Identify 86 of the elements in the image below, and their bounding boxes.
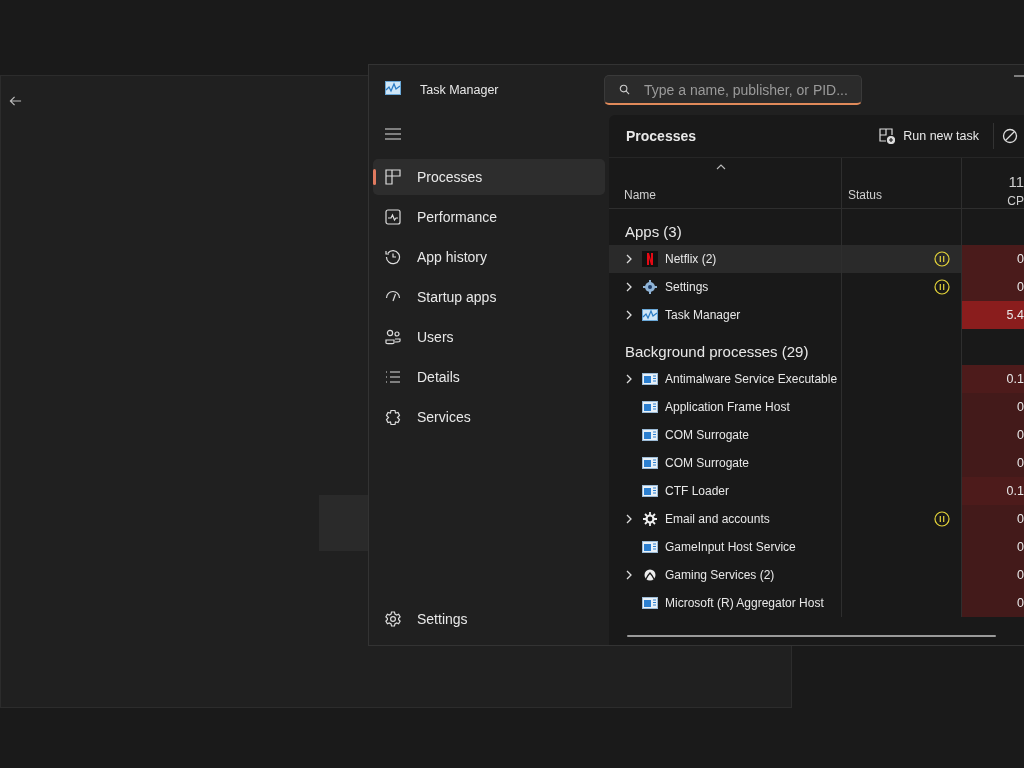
process-row[interactable]: Gaming Services (2) 0: [609, 561, 1024, 589]
window-icon: [642, 399, 658, 415]
process-row[interactable]: Settings 0: [609, 273, 1024, 301]
expand-chevron-icon[interactable]: [626, 514, 632, 524]
users-icon: [385, 329, 401, 345]
app-icon: [642, 307, 658, 323]
back-arrow-icon[interactable]: [9, 95, 22, 107]
performance-icon: [385, 209, 401, 225]
group-header: Background processes (29): [625, 343, 809, 360]
expand-chevron-icon[interactable]: [626, 570, 632, 580]
process-row[interactable]: CTF Loader 0.1: [609, 477, 1024, 505]
column-header[interactable]: Name: [609, 158, 842, 208]
process-name: GameInput Host Service: [665, 540, 796, 554]
process-row[interactable]: GameInput Host Service 0: [609, 533, 1024, 561]
window-icon: [642, 427, 658, 443]
expand-chevron-icon[interactable]: [626, 254, 632, 264]
cpu-cell: 5.4: [962, 301, 1024, 329]
process-row[interactable]: Task Manager 5.4: [609, 301, 1024, 329]
process-name: Settings: [665, 280, 709, 294]
process-row[interactable]: Microsoft (R) Aggregator Host 0: [609, 589, 1024, 617]
window-icon: [642, 539, 658, 555]
sidebar-item[interactable]: App history: [373, 239, 605, 275]
menu-icon[interactable]: [385, 128, 401, 140]
group-header: Apps (3): [625, 223, 682, 240]
history-icon: [385, 249, 401, 265]
app-icon: [385, 81, 401, 95]
cpu-cell: 0: [962, 273, 1024, 301]
column-header[interactable]: 11 CP: [962, 158, 1024, 208]
gear-icon: [642, 279, 658, 295]
settings-icon: [385, 611, 401, 627]
cpu-cell: 0: [962, 533, 1024, 561]
sidebar-item[interactable]: Performance: [373, 199, 605, 235]
process-name: Microsoft (R) Aggregator Host: [665, 596, 824, 610]
process-row[interactable]: COM Surrogate 0: [609, 449, 1024, 477]
window-icon: [642, 483, 658, 499]
window-icon: [642, 455, 658, 471]
search-icon: [619, 84, 630, 95]
sidebar-item[interactable]: Services: [373, 399, 605, 435]
processes-icon: [385, 169, 401, 185]
process-name: COM Surrogate: [665, 456, 750, 470]
xbox-icon: [642, 567, 658, 583]
services-icon: [385, 409, 401, 425]
process-row[interactable]: Application Frame Host 0: [609, 393, 1024, 421]
n-logo-icon: [642, 251, 658, 267]
cpu-cell: 0: [962, 449, 1024, 477]
expand-chevron-icon[interactable]: [626, 310, 632, 320]
cpu-cell: 0: [962, 505, 1024, 533]
window-title: Task Manager: [420, 83, 500, 97]
cpu-cell: 0.1: [962, 365, 1024, 393]
expand-chevron-icon[interactable]: [626, 374, 632, 384]
column-header[interactable]: Status: [842, 158, 962, 208]
sidebar-item[interactable]: Users: [373, 319, 605, 355]
cpu-cell: 0: [962, 421, 1024, 449]
process-row[interactable]: COM Surrogate 0: [609, 421, 1024, 449]
sort-caret-icon: [716, 164, 726, 170]
process-name: Antimalware Service Executable: [665, 372, 838, 386]
cpu-cell: 0.1: [962, 477, 1024, 505]
gear-icon: [642, 511, 658, 527]
cpu-cell: 0: [962, 393, 1024, 421]
horizontal-scrollbar[interactable]: [627, 635, 996, 637]
end-task-icon[interactable]: [1002, 128, 1018, 144]
page-title: Processes: [626, 128, 697, 144]
sidebar-item[interactable]: Details: [373, 359, 605, 395]
process-name: Application Frame Host: [665, 400, 790, 414]
cpu-cell: 0: [962, 245, 1024, 273]
process-name: COM Surrogate: [665, 428, 750, 442]
expand-chevron-icon[interactable]: [626, 282, 632, 292]
process-row[interactable]: Email and accounts 0: [609, 505, 1024, 533]
process-name: CTF Loader: [665, 484, 730, 498]
sidebar-item[interactable]: Processes: [373, 159, 605, 195]
cpu-cell: 0: [962, 561, 1024, 589]
process-name: Email and accounts: [665, 512, 770, 526]
cpu-cell: 0: [962, 589, 1024, 617]
process-name: Netflix (2): [665, 252, 717, 266]
window-icon: [642, 371, 658, 387]
settings-item[interactable]: Settings: [373, 601, 605, 637]
new-task-icon: [879, 128, 896, 144]
details-icon: [385, 369, 401, 385]
window-icon: [642, 595, 658, 611]
process-row[interactable]: Antimalware Service Executable 0.1: [609, 365, 1024, 393]
run-new-task-button[interactable]: Run new task: [871, 122, 987, 150]
cpu-total: 11: [1008, 173, 1024, 190]
sidebar-item[interactable]: Startup apps: [373, 279, 605, 315]
search-field[interactable]: Type a name, publisher, or PID...: [604, 75, 862, 105]
process-name: Gaming Services (2): [665, 568, 775, 582]
process-name: Task Manager: [665, 308, 741, 322]
